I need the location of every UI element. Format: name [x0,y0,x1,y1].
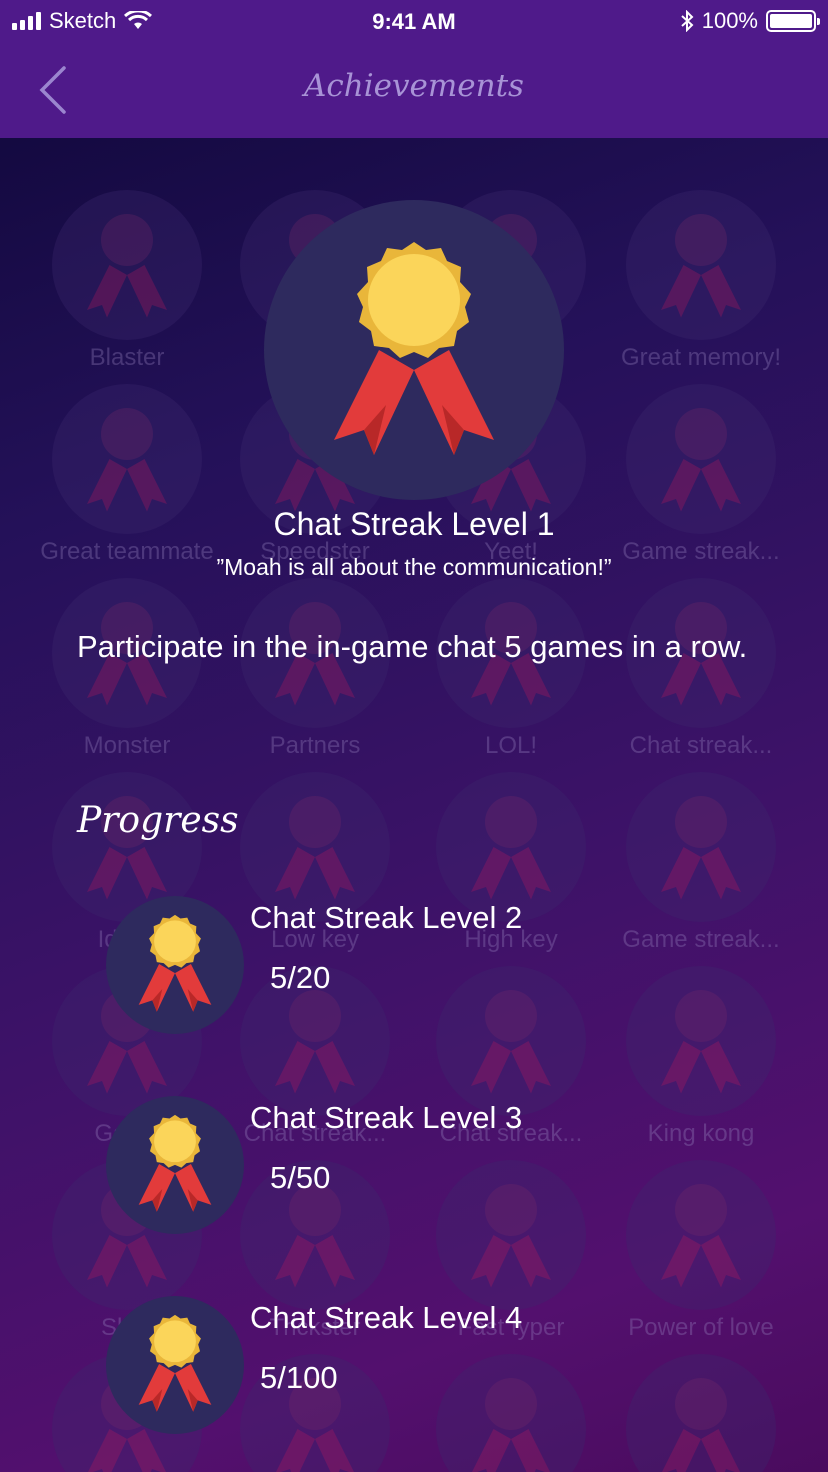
progress-badge [106,1296,244,1434]
background-achievement-label: Partners [269,732,361,759]
progress-badge [106,896,244,1034]
progress-item-name: Chat Streak Level 3 [250,1100,523,1135]
award-ribbon-icon [334,242,494,455]
navigation-bar: Achievements [0,42,828,138]
progress-item: Chat Streak Level 2 5/20 [106,896,706,1036]
background-achievement-label: Chat streak... [629,732,773,759]
background-achievement-label: Monster [83,732,171,759]
progress-item-count: 5/100 [260,1360,338,1395]
award-ribbon-icon [138,914,212,1012]
progress-badge [106,1096,244,1234]
background-achievement-tile: Great memory! [607,190,795,372]
progress-item-name: Chat Streak Level 2 [250,900,523,935]
battery-icon [766,10,820,32]
background-achievement-tile: Blaster [33,190,221,372]
award-ribbon-icon [52,190,202,340]
page-title: Achievements [304,68,524,104]
background-achievement-label: LOL! [484,732,538,759]
progress-item-count: 5/50 [270,1160,331,1195]
battery-percent: 100% [701,8,758,33]
progress-item-name: Chat Streak Level 4 [250,1300,523,1335]
background-achievement-label: Blaster [89,344,165,371]
achievement-title: Chat Streak Level 1 [273,506,555,542]
progress-item: Chat Streak Level 3 5/50 [106,1096,706,1236]
award-ribbon-icon [138,1314,212,1412]
achievement-badge [264,200,564,500]
progress-item-count: 5/20 [270,960,331,995]
background-achievement-label: Great memory! [620,344,782,371]
progress-item: Chat Streak Level 4 5/100 [106,1296,706,1436]
progress-heading: Progress [77,800,239,841]
award-ribbon-icon [626,190,776,340]
award-ribbon-icon [138,1114,212,1212]
achievement-quote: ”Moah is all about the communication!” [216,554,612,580]
status-bar: Sketch 9:41 AM 100% [0,0,828,42]
achievement-description: Participate in the in-game chat 5 games … [77,629,748,664]
screen: BlasterPartGreat memory!Great teammateSp… [0,0,828,1472]
bluetooth-icon [681,10,694,32]
